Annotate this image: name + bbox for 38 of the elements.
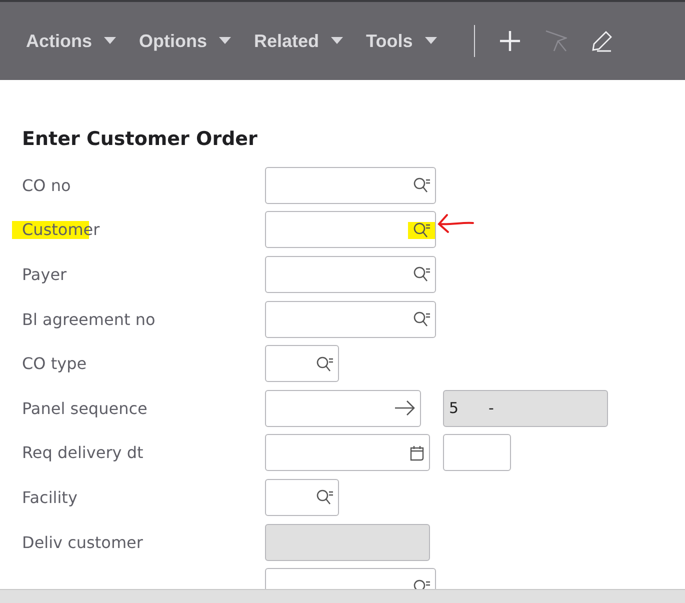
field-label: CO no (22, 176, 71, 195)
caret-icon (219, 37, 232, 45)
date-field[interactable] (265, 434, 430, 472)
field-label: Deliv customer (22, 532, 143, 552)
menu-button[interactable]: Options (139, 30, 232, 52)
add-icon[interactable] (498, 30, 521, 52)
field-label: Req delivery dt (22, 443, 144, 462)
sequence-field[interactable] (265, 390, 421, 427)
lookup-field[interactable] (265, 300, 436, 338)
lookup-field[interactable] (265, 478, 339, 516)
lookup-field[interactable] (265, 256, 436, 293)
menu-button[interactable]: Actions (26, 30, 116, 52)
field-label: Panel sequence (22, 398, 148, 418)
field-label: CO type (22, 354, 87, 374)
calendar-icon[interactable] (409, 444, 425, 461)
field-label: Bl agreement no (22, 310, 156, 329)
form-title: Enter Customer Order (22, 128, 258, 150)
search-icon[interactable] (413, 311, 431, 328)
search-icon[interactable] (413, 177, 431, 194)
search-icon[interactable] (413, 266, 431, 282)
lookup-field[interactable] (265, 166, 436, 204)
menu-button[interactable]: Tools (366, 30, 437, 52)
input-field[interactable] (443, 434, 511, 472)
lookup-field[interactable] (265, 345, 339, 382)
annotation-arrow (437, 213, 475, 236)
arrow-right-icon[interactable] (394, 400, 416, 416)
search-icon[interactable] (316, 356, 334, 372)
caret-icon (331, 37, 344, 45)
caret-icon (424, 37, 437, 45)
field-label: Facility (22, 488, 78, 507)
caret-icon (104, 37, 116, 45)
menu-button[interactable]: Related (254, 30, 344, 52)
field-value: 5 (449, 399, 459, 418)
field-label: Payer (22, 264, 67, 284)
search-icon[interactable] (413, 222, 431, 238)
pencil-icon[interactable] (590, 30, 613, 52)
field-value: - (488, 399, 494, 418)
search-icon[interactable] (316, 489, 334, 506)
